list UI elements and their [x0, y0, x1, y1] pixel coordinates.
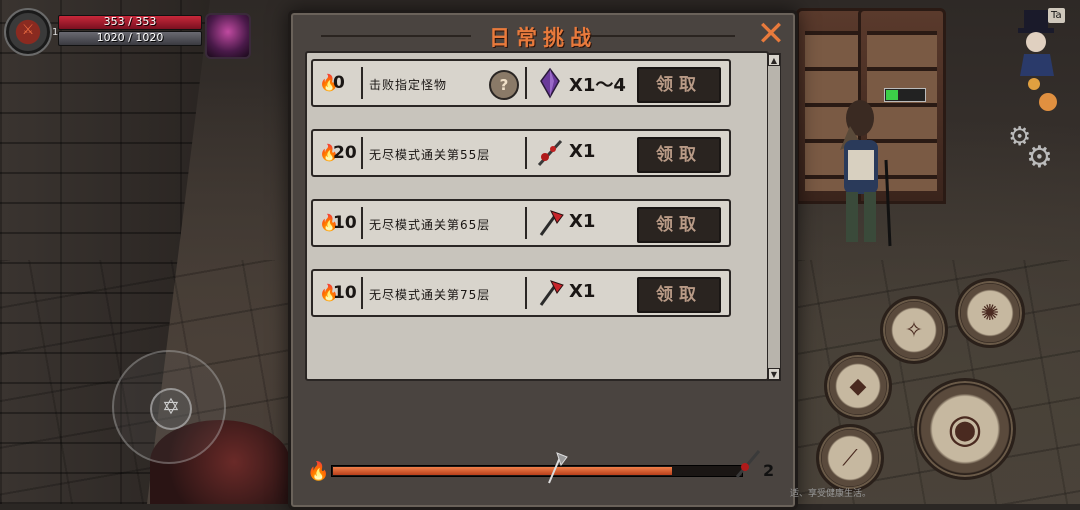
help-icon[interactable]: ?	[489, 70, 519, 100]
hp-text: 353 / 353	[103, 15, 157, 28]
challenge-row: 🔥 0 击败指定怪物 ? X1～4 领取	[311, 59, 731, 107]
milestone-sword-icon[interactable]	[733, 447, 763, 481]
player-emblem[interactable]: ⚔	[4, 8, 52, 56]
challenge-row: 🔥 10 无尽模式通关第65层 X1 领取	[311, 199, 731, 247]
mp-bar: 1020 / 1020	[58, 31, 202, 46]
bloody-sword-icon[interactable]	[535, 137, 565, 169]
challenge-description: 无尽模式通关第65层	[369, 218, 491, 232]
challenge-description: 无尽模式通关第55层	[369, 148, 491, 162]
challenge-points: 20	[333, 143, 357, 163]
virtual-joystick[interactable]: ✡	[112, 350, 226, 464]
scroll-up-icon[interactable]: ▲	[768, 54, 780, 66]
progress-fill	[333, 467, 672, 475]
challenge-list[interactable]: 🔥 0 击败指定怪物 ? X1～4 领取 🔥 20 无尽模式通关第55层 X1 …	[305, 51, 769, 381]
claim-button[interactable]: 领取	[637, 207, 721, 243]
reward-quantity: X1～4	[569, 75, 626, 96]
dialog-title: 日常挑战	[489, 26, 597, 50]
skill-button-2[interactable]: ✺	[955, 278, 1025, 348]
dash-button[interactable]: ⟋	[816, 424, 884, 492]
reward-quantity: X1	[569, 211, 596, 232]
emblem-glyph: ⚔	[21, 22, 35, 38]
corner-badge[interactable]: Ta	[1048, 8, 1065, 23]
challenge-row: 🔥 10 无尽模式通关第75层 X1 领取	[311, 269, 731, 317]
challenge-description: 无尽模式通关第75层	[369, 288, 491, 302]
divider	[525, 67, 527, 99]
milestone-count: 2	[763, 461, 775, 480]
milestone-axe-icon[interactable]	[543, 451, 569, 485]
skill-button-3[interactable]: ◆	[824, 352, 892, 420]
reward-quantity: X1	[569, 281, 596, 302]
skill-icon: ✺	[980, 300, 1000, 326]
challenge-points: 0	[333, 73, 345, 93]
skill-button-1[interactable]: ✧	[880, 296, 948, 364]
health-notice: 适、享受健康生活。	[790, 489, 872, 499]
skill-icon: ⟋	[842, 445, 858, 471]
divider	[361, 67, 363, 99]
challenge-row: 🔥 20 无尽模式通关第55层 X1 领取	[311, 129, 731, 177]
skill-icon: ◉	[947, 406, 983, 452]
skill-icon: ◆	[849, 373, 867, 399]
scroll-down-icon[interactable]: ▼	[768, 368, 780, 380]
mp-text: 1020 / 1020	[96, 31, 164, 44]
red-axe-icon[interactable]	[535, 277, 565, 309]
flame-icon: 🔥	[307, 461, 330, 482]
attack-button[interactable]: ◉	[914, 378, 1016, 480]
flame-icon: 🔥	[319, 213, 339, 232]
challenge-description: 击败指定怪物	[369, 78, 448, 92]
divider	[361, 207, 363, 239]
reward-quantity: X1	[569, 141, 596, 162]
challenge-points: 10	[333, 283, 357, 303]
dialog-header: 日常挑战 ✕	[291, 13, 795, 53]
flame-icon: 🔥	[319, 73, 339, 92]
claim-button[interactable]: 领取	[637, 67, 721, 103]
progress-track	[331, 465, 743, 477]
activity-progress: 🔥 2	[307, 450, 774, 484]
battery-icon	[884, 88, 926, 102]
purple-crystal-icon[interactable]	[535, 67, 565, 99]
challenge-points: 10	[333, 213, 357, 233]
divider	[361, 137, 363, 169]
settings-gear-icon[interactable]: ⚙	[1026, 140, 1053, 175]
hp-bar: 353 / 353	[58, 15, 202, 30]
pet-portrait[interactable]	[205, 13, 251, 59]
claim-button[interactable]: 领取	[637, 277, 721, 313]
flame-icon: 🔥	[319, 143, 339, 162]
skill-icon: ✧	[904, 317, 924, 343]
daily-challenge-dialog: 日常挑战 ✕ 🔥 0 击败指定怪物 ? X1～4 领取 🔥 20 无尽模式通关第…	[288, 10, 798, 510]
divider	[525, 207, 527, 239]
divider	[525, 137, 527, 169]
divider	[361, 277, 363, 309]
merchant-npc[interactable]	[820, 90, 900, 250]
flame-icon: 🔥	[319, 283, 339, 302]
close-button[interactable]: ✕	[755, 17, 787, 51]
divider	[525, 277, 527, 309]
claim-button[interactable]: 领取	[637, 137, 721, 173]
red-axe-icon[interactable]	[535, 207, 565, 239]
list-scrollbar[interactable]: ▲ ▼	[767, 53, 781, 381]
joystick-knob[interactable]: ✡	[150, 388, 192, 430]
